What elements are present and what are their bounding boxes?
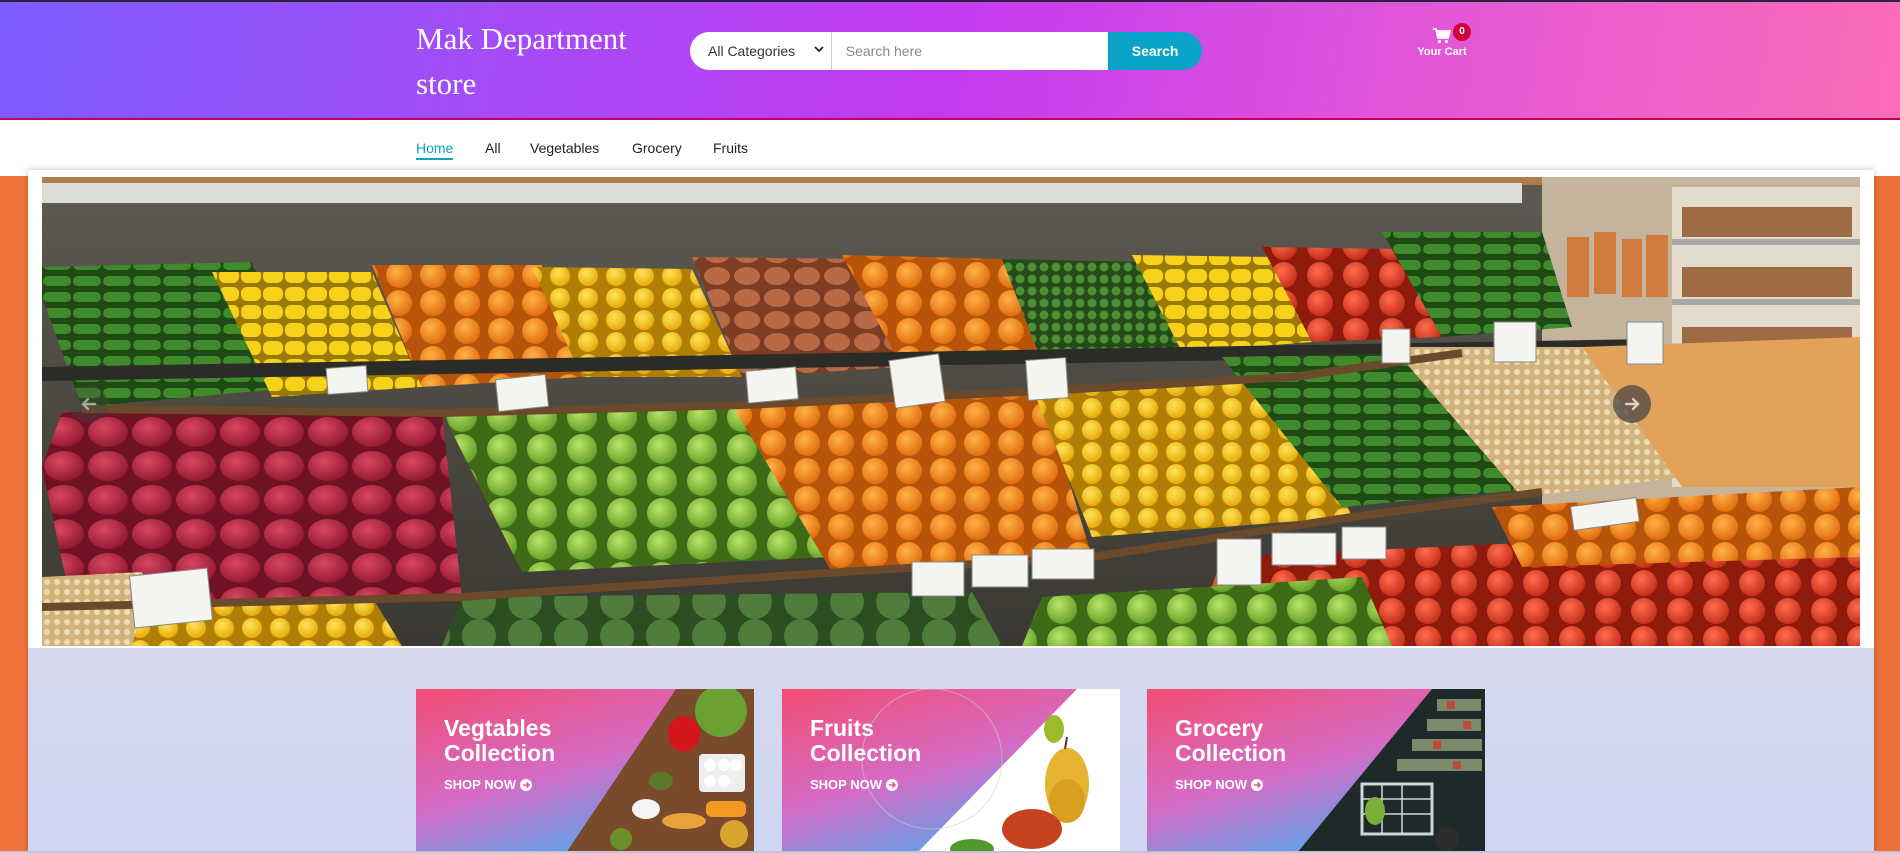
banner-fruits-title: Fruits Collection — [810, 716, 1010, 766]
search-bar: All Categories Search here Search — [690, 32, 1202, 70]
shop-now-label: SHOP NOW — [810, 777, 882, 792]
shop-now-link[interactable]: SHOP NOW — [444, 777, 532, 792]
banner-title-line: Vegtables — [444, 715, 552, 741]
hero-slider[interactable] — [42, 177, 1860, 646]
site-logo[interactable]: Mak Department store — [416, 16, 656, 106]
nav-item-home[interactable]: Home — [416, 140, 454, 160]
slider-prev-button[interactable] — [70, 385, 108, 423]
cart-count-badge: 0 — [1453, 23, 1471, 41]
grocery-banner-image — [1147, 689, 1485, 853]
arrow-circle-right-icon — [520, 778, 532, 791]
fruits-banner-image — [782, 689, 1120, 853]
main-nav: Home All Vegetables Grocery Fruits — [0, 120, 1900, 176]
arrow-circle-right-icon — [1251, 778, 1263, 791]
arrow-circle-right-icon — [886, 778, 898, 791]
shop-now-label: SHOP NOW — [444, 777, 516, 792]
banner-vegetables-title: Vegtables Collection — [444, 716, 644, 766]
banner-fruits[interactable]: Fruits Collection SHOP NOW — [782, 689, 1120, 853]
shop-now-link[interactable]: SHOP NOW — [1175, 777, 1263, 792]
banner-title-line: Fruits — [810, 715, 874, 741]
cart-label: Your Cart — [1417, 46, 1467, 58]
nav-item-vegetables[interactable]: Vegetables — [530, 140, 599, 156]
vegetables-banner-image — [416, 689, 754, 853]
chevron-down-icon — [814, 46, 824, 53]
produce-aisle-image — [42, 177, 1860, 646]
nav-item-all[interactable]: All — [485, 140, 501, 156]
banner-title-line: Collection — [810, 740, 922, 766]
nav-item-fruits[interactable]: Fruits — [713, 140, 748, 156]
search-button[interactable]: Search — [1108, 32, 1202, 70]
search-placeholder: Search here — [845, 43, 923, 59]
arrow-left-icon — [81, 397, 97, 411]
cart-button[interactable]: 0 Your Cart — [1408, 23, 1476, 58]
category-select[interactable]: All Categories — [690, 32, 832, 70]
category-select-value: All Categories — [708, 43, 796, 59]
arrow-right-icon — [1624, 397, 1640, 411]
search-input[interactable]: Search here — [831, 32, 1109, 70]
banner-title-line: Collection — [1175, 740, 1287, 766]
shopping-cart-icon — [1433, 28, 1451, 44]
shop-now-link[interactable]: SHOP NOW — [810, 777, 898, 792]
banner-title-line: Grocery — [1175, 715, 1264, 741]
slider-next-button[interactable] — [1613, 385, 1651, 423]
shop-now-label: SHOP NOW — [1175, 777, 1247, 792]
banner-grocery-title: Grocery Collection — [1175, 716, 1375, 766]
nav-item-grocery[interactable]: Grocery — [632, 140, 682, 156]
site-header: Mak Department store All Categories Sear… — [0, 0, 1900, 120]
banner-vegetables[interactable]: Vegtables Collection SHOP NOW — [416, 689, 754, 853]
banner-title-line: Collection — [444, 740, 556, 766]
banner-grocery[interactable]: Grocery Collection SHOP NOW — [1147, 689, 1485, 853]
